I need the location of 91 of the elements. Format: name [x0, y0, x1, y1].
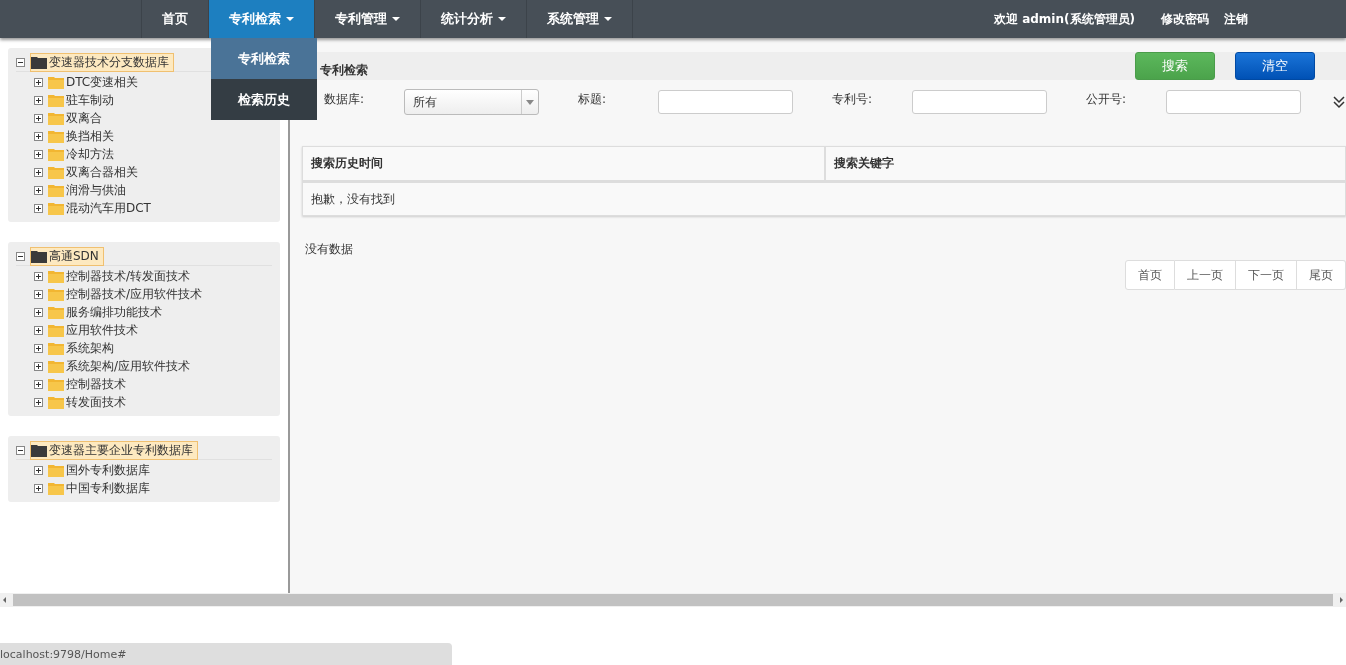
column-header: 搜索历史时间: [303, 147, 826, 180]
folder-icon: [48, 463, 64, 477]
expand-icon[interactable]: [34, 343, 43, 353]
tree-item[interactable]: 系统架构/应用软件技术: [66, 357, 191, 375]
expand-icon[interactable]: [34, 325, 43, 335]
tree-item[interactable]: 国外专利数据库: [66, 461, 150, 479]
folder-icon: [48, 269, 64, 283]
expand-icon[interactable]: [34, 361, 43, 371]
dropdown-menu-item[interactable]: 检索历史: [211, 79, 317, 120]
folder-icon: [48, 341, 64, 355]
input-field[interactable]: [1166, 90, 1301, 114]
folder-icon: [48, 147, 64, 161]
collapse-icon[interactable]: [16, 445, 25, 455]
expand-chevron-icon[interactable]: [1332, 95, 1346, 109]
input-field[interactable]: [658, 90, 793, 114]
field-label: 数据库:: [324, 90, 366, 108]
status-bar: localhost:9798/Home#: [0, 643, 452, 665]
expand-icon[interactable]: [34, 149, 43, 159]
folder-icon: [48, 183, 64, 197]
field-label: 标题:: [578, 90, 608, 108]
tree-item[interactable]: 控制器技术: [66, 375, 126, 393]
pagination-button[interactable]: 尾页: [1297, 260, 1346, 290]
folder-icon: [48, 323, 64, 337]
folder-icon: [48, 201, 64, 215]
tree-item[interactable]: 双离合器相关: [66, 163, 138, 181]
expand-icon[interactable]: [34, 465, 43, 475]
expand-icon[interactable]: [34, 379, 43, 389]
expand-icon[interactable]: [34, 483, 43, 493]
folder-icon: [48, 93, 64, 107]
empty-message: 抱歉，没有找到: [311, 190, 395, 208]
expand-icon[interactable]: [34, 131, 43, 141]
collapse-icon[interactable]: [16, 251, 25, 261]
welcome-text: 欢迎 admin(系统管理员): [994, 10, 1135, 28]
database-select[interactable]: 所有: [404, 89, 539, 115]
tree-item[interactable]: DTC变速相关: [66, 73, 139, 91]
user-link[interactable]: 修改密码: [1161, 10, 1209, 28]
folder-icon: [31, 55, 47, 69]
dropdown-menu-item[interactable]: 专利检索: [211, 38, 317, 79]
expand-icon[interactable]: [34, 271, 43, 281]
expand-icon[interactable]: [34, 113, 43, 123]
folder-icon: [48, 287, 64, 301]
tree-root-item[interactable]: 变速器技术分支数据库: [30, 52, 174, 72]
tree-item[interactable]: 冷却方法: [66, 145, 114, 163]
pagination-button[interactable]: 首页: [1125, 260, 1175, 290]
expand-icon[interactable]: [34, 77, 43, 87]
tree-item[interactable]: 中国专利数据库: [66, 479, 150, 497]
expand-icon[interactable]: [34, 167, 43, 177]
field-label: 公开号:: [1086, 90, 1128, 108]
tree-item[interactable]: 驻车制动: [66, 91, 114, 109]
expand-icon[interactable]: [34, 203, 43, 213]
folder-icon: [48, 165, 64, 179]
folder-icon: [31, 249, 47, 263]
folder-icon: [31, 443, 47, 457]
tree-item[interactable]: 应用软件技术: [66, 321, 138, 339]
pagination-button[interactable]: 上一页: [1175, 260, 1236, 290]
user-link[interactable]: 注销: [1224, 10, 1248, 28]
folder-icon: [48, 377, 64, 391]
dropdown-arrow-icon: [526, 99, 534, 105]
tree-item[interactable]: 转发面技术: [66, 393, 126, 411]
folder-icon: [48, 75, 64, 89]
collapse-icon[interactable]: [16, 57, 25, 67]
clear-button[interactable]: 清空: [1235, 52, 1315, 80]
horizontal-scrollbar[interactable]: [0, 593, 1346, 607]
input-field[interactable]: [912, 90, 1047, 114]
tree-item[interactable]: 润滑与供油: [66, 181, 126, 199]
expand-icon[interactable]: [34, 95, 43, 105]
column-header: 搜索关键字: [833, 155, 894, 172]
folder-icon: [48, 129, 64, 143]
tree-item[interactable]: 服务编排功能技术: [66, 303, 162, 321]
expand-icon[interactable]: [34, 397, 43, 407]
expand-icon[interactable]: [34, 289, 43, 299]
pagination-button[interactable]: 下一页: [1236, 260, 1297, 290]
nav-menu-item[interactable]: 专利检索: [209, 0, 315, 38]
folder-icon: [48, 305, 64, 319]
tree-item[interactable]: 双离合: [66, 109, 102, 127]
expand-icon[interactable]: [34, 307, 43, 317]
expand-icon[interactable]: [34, 185, 43, 195]
tree-item[interactable]: 控制器技术/转发面技术: [66, 267, 191, 285]
tree-root-item[interactable]: 变速器主要企业专利数据库: [30, 440, 198, 460]
folder-icon: [48, 359, 64, 373]
folder-icon: [48, 395, 64, 409]
folder-icon: [48, 111, 64, 125]
tree-item[interactable]: 换挡相关: [66, 127, 114, 145]
folder-icon: [48, 481, 64, 495]
tree-item[interactable]: 混动汽车用DCT: [66, 199, 151, 217]
tree-root-item[interactable]: 高通SDN: [30, 246, 104, 266]
no-data-text: 没有数据: [304, 241, 354, 258]
field-label: 专利号:: [832, 90, 874, 108]
panel-title: 专利检索: [320, 61, 368, 79]
tree-item[interactable]: 系统架构: [66, 339, 114, 357]
tree-item[interactable]: 控制器技术/应用软件技术: [66, 285, 203, 303]
